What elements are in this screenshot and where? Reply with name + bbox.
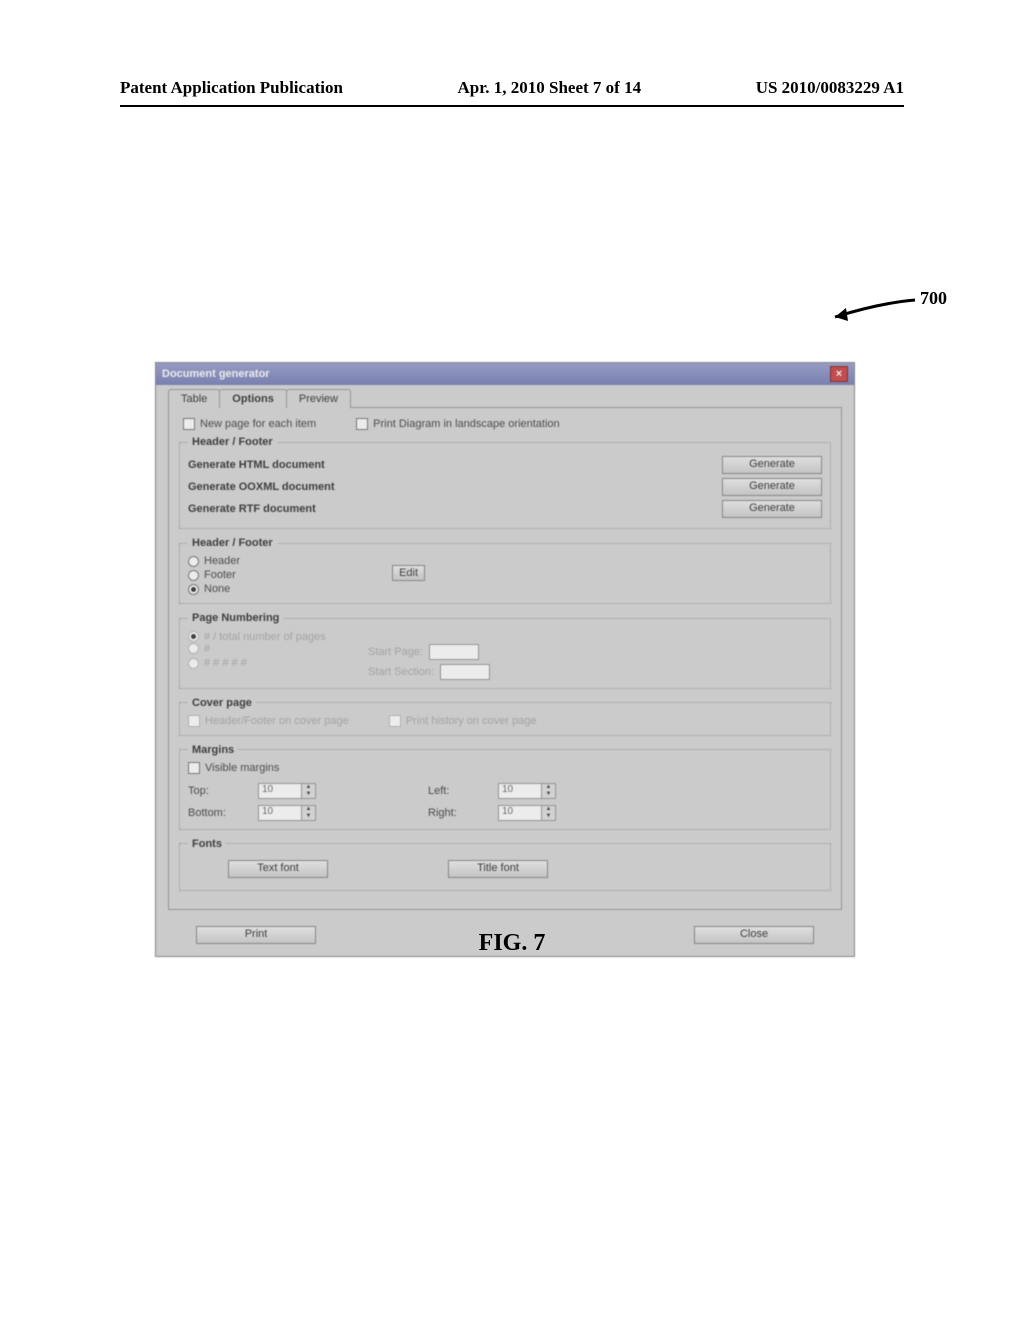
margin-left-label: Left: (428, 785, 498, 797)
radio-none[interactable]: None (188, 583, 240, 595)
cover-history-checkbox[interactable]: Print history on cover page (389, 715, 537, 727)
dialog-window: Document generator × Table Options Previ… (155, 362, 855, 957)
reference-number: 700 (920, 288, 947, 309)
start-section-input[interactable] (440, 664, 490, 680)
chevron-down-icon: ▼ (302, 813, 315, 820)
chevron-up-icon: ▲ (542, 806, 555, 813)
margin-bottom-label: Bottom: (188, 807, 258, 819)
close-icon[interactable]: × (830, 366, 848, 382)
new-page-label: New page for each item (200, 418, 316, 430)
fonts-legend: Fonts (188, 838, 226, 850)
tab-table[interactable]: Table (168, 389, 220, 408)
chevron-down-icon: ▼ (542, 813, 555, 820)
pub-number: US 2010/0083229 A1 (756, 78, 904, 98)
text-font-button[interactable]: Text font (228, 860, 328, 878)
top-options-row: New page for each item Print Diagram in … (179, 416, 831, 436)
options-panel: New page for each item Print Diagram in … (168, 407, 842, 910)
generate-group: Header / Footer Generate HTML document G… (179, 436, 831, 529)
gen-ooxml-row: Generate OOXML document Generate (188, 476, 822, 498)
chevron-down-icon: ▼ (542, 791, 555, 798)
checkbox-icon (188, 715, 200, 727)
checkbox-icon (389, 715, 401, 727)
edit-button[interactable]: Edit (392, 565, 425, 581)
landscape-label: Print Diagram in landscape orientation (373, 418, 560, 430)
tab-options[interactable]: Options (219, 389, 287, 408)
generate-legend: Header / Footer (188, 436, 277, 448)
start-page-label: Start Page: (368, 646, 423, 658)
radio-header[interactable]: Header (188, 555, 240, 567)
margin-top-label: Top: (188, 785, 258, 797)
radio-icon (188, 584, 199, 595)
page-numbering-group: Page Numbering # / total number of pages… (179, 612, 831, 689)
radio-icon (188, 643, 199, 654)
window-title: Document generator (162, 368, 270, 380)
margin-top-input[interactable]: 10▲▼ (258, 783, 348, 799)
gen-html-label: Generate HTML document (188, 459, 325, 471)
fonts-group: Fonts Text font Title font (179, 838, 831, 891)
gen-ooxml-label: Generate OOXML document (188, 481, 335, 493)
title-font-button[interactable]: Title font (448, 860, 548, 878)
generate-rtf-button[interactable]: Generate (722, 500, 822, 518)
header-footer-group: Header / Footer Header Footer None Edit (179, 537, 831, 604)
margins-group: Margins Visible margins Top: 10▲▼ Left: … (179, 744, 831, 830)
margin-right-input[interactable]: 10▲▼ (498, 805, 588, 821)
page-header: Patent Application Publication Apr. 1, 2… (120, 78, 904, 98)
margin-bottom-input[interactable]: 10▲▼ (258, 805, 348, 821)
radio-icon (188, 658, 199, 669)
pn-radio-multi[interactable]: # # # # # (188, 657, 247, 669)
visible-margins-checkbox[interactable]: Visible margins (188, 762, 279, 774)
margin-right-label: Right: (428, 807, 498, 819)
pub-label: Patent Application Publication (120, 78, 343, 98)
chevron-up-icon: ▲ (302, 784, 315, 791)
hf-legend: Header / Footer (188, 537, 277, 549)
cover-legend: Cover page (188, 697, 256, 709)
new-page-checkbox[interactable]: New page for each item (183, 418, 316, 430)
pn-radio-total[interactable]: # / total number of pages (188, 631, 326, 643)
tab-strip: Table Options Preview (156, 385, 854, 408)
chevron-down-icon: ▼ (302, 791, 315, 798)
pn-radio-num[interactable]: # (188, 643, 210, 655)
margins-legend: Margins (188, 744, 238, 756)
start-section-label: Start Section: (368, 666, 434, 678)
chevron-up-icon: ▲ (542, 784, 555, 791)
chevron-up-icon: ▲ (302, 806, 315, 813)
radio-icon (188, 570, 199, 581)
radio-icon (188, 556, 199, 567)
checkbox-icon (183, 418, 195, 430)
landscape-checkbox[interactable]: Print Diagram in landscape orientation (356, 418, 560, 430)
generate-html-button[interactable]: Generate (722, 456, 822, 474)
sheet-label: Apr. 1, 2010 Sheet 7 of 14 (458, 78, 642, 98)
cover-hf-checkbox[interactable]: Header/Footer on cover page (188, 715, 349, 727)
figure-caption: FIG. 7 (0, 930, 1024, 957)
gen-rtf-label: Generate RTF document (188, 503, 316, 515)
start-page-input[interactable] (429, 644, 479, 660)
margin-left-input[interactable]: 10▲▼ (498, 783, 588, 799)
pn-legend: Page Numbering (188, 612, 283, 624)
header-rule (120, 105, 904, 107)
gen-html-row: Generate HTML document Generate (188, 454, 822, 476)
radio-icon (188, 631, 199, 642)
tab-preview[interactable]: Preview (286, 389, 351, 408)
generate-ooxml-button[interactable]: Generate (722, 478, 822, 496)
reference-arrow (820, 295, 930, 325)
gen-rtf-row: Generate RTF document Generate (188, 498, 822, 520)
checkbox-icon (188, 762, 200, 774)
checkbox-icon (356, 418, 368, 430)
radio-footer[interactable]: Footer (188, 569, 240, 581)
titlebar: Document generator × (156, 363, 854, 385)
cover-page-group: Cover page Header/Footer on cover page P… (179, 697, 831, 736)
